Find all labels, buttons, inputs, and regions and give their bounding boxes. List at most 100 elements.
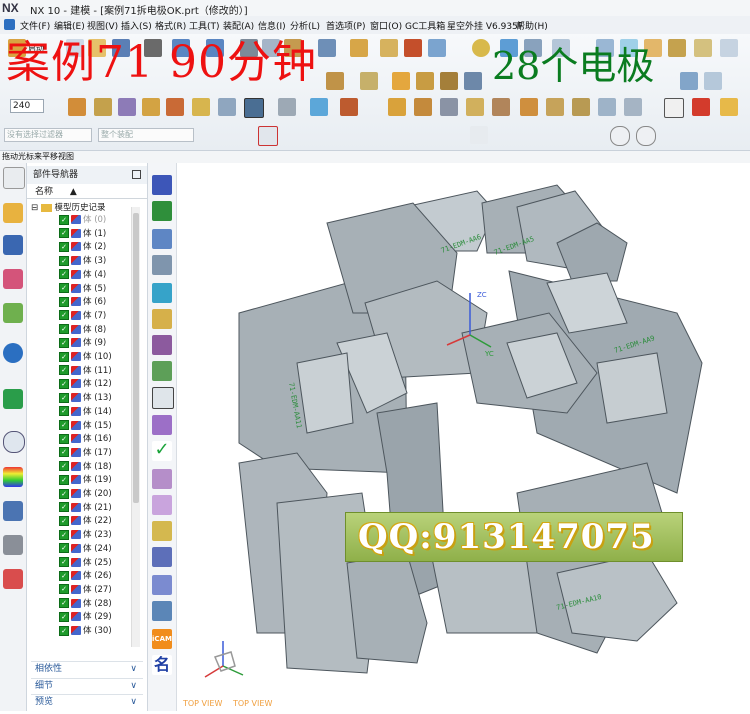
display-mode-icon[interactable] xyxy=(94,98,112,116)
menu-insert[interactable]: 插入(S) xyxy=(121,19,152,32)
subtract-icon[interactable] xyxy=(440,72,458,90)
patch-icon[interactable] xyxy=(598,98,616,116)
tree-item-body[interactable]: ✓ 体 (4) xyxy=(59,269,106,282)
panel-details[interactable]: 细节 ∨ xyxy=(31,678,143,692)
checkbox-icon[interactable]: ✓ xyxy=(59,296,69,307)
checkbox-icon[interactable]: ✓ xyxy=(59,241,69,252)
chevron-down-icon[interactable]: ∨ xyxy=(130,679,137,693)
roles-icon[interactable] xyxy=(3,501,23,521)
transform-icon[interactable] xyxy=(152,469,172,489)
visibility-icon[interactable] xyxy=(720,98,738,116)
replace-face-icon[interactable] xyxy=(492,98,510,116)
split-icon[interactable] xyxy=(152,255,172,275)
history-icon[interactable] xyxy=(3,389,23,409)
export-icon[interactable] xyxy=(152,575,172,595)
selection-filter[interactable]: 没有选择过滤器 xyxy=(4,128,92,142)
probe-icon[interactable] xyxy=(152,335,172,355)
rotate-view-icon[interactable] xyxy=(166,98,184,116)
hole-icon[interactable] xyxy=(404,39,422,57)
extrude-icon[interactable] xyxy=(350,39,368,57)
checkbox-icon[interactable]: ✓ xyxy=(59,447,69,458)
checkbox-icon[interactable]: ✓ xyxy=(59,557,69,567)
revolve-icon[interactable] xyxy=(380,39,398,57)
checkbox-icon[interactable]: ✓ xyxy=(59,337,69,348)
move-object-icon[interactable] xyxy=(466,98,484,116)
fit-icon[interactable] xyxy=(142,98,160,116)
sphere-icon[interactable] xyxy=(472,39,490,57)
checkbox-icon[interactable]: ✓ xyxy=(59,584,69,595)
menu-tools[interactable]: 工具(T) xyxy=(189,19,220,32)
web-browser-icon[interactable] xyxy=(3,343,23,363)
tree-item-body[interactable]: ✓ 体 (1) xyxy=(59,228,106,241)
menu-gc-toolbox[interactable]: GC工具箱 xyxy=(405,19,445,32)
constraint-navigator-icon[interactable] xyxy=(3,235,23,255)
tree-item-body[interactable]: ✓ 体 (0) xyxy=(59,214,106,227)
wireframe-icon[interactable] xyxy=(244,98,264,118)
tree-item-body[interactable]: ✓ 体 (9) xyxy=(59,337,106,350)
snap-end-icon[interactable] xyxy=(470,126,488,144)
tree-item-body[interactable]: ✓ 体 (21) xyxy=(59,502,112,515)
menu-xingkong-plugin[interactable]: 星空外挂 V6.935F xyxy=(447,19,523,32)
scroll-thumb[interactable] xyxy=(133,213,139,503)
app-menu-icon[interactable] xyxy=(4,19,15,30)
unite-icon[interactable] xyxy=(416,72,434,90)
panel-preview[interactable]: 预览 ∨ xyxy=(31,694,143,708)
menu-window[interactable]: 窗口(O) xyxy=(370,19,402,32)
tree-item-body[interactable]: ✓ 体 (19) xyxy=(59,474,112,487)
edge-blend-icon[interactable] xyxy=(392,72,410,90)
hide-icon[interactable] xyxy=(278,98,296,116)
menu-edit[interactable]: 编辑(E) xyxy=(54,19,85,32)
palette-icon[interactable] xyxy=(3,467,23,487)
tree-item-body[interactable]: ✓ 体 (11) xyxy=(59,365,112,378)
checkbox-icon[interactable]: ✓ xyxy=(59,433,69,444)
menu-file[interactable]: 文件(F) xyxy=(20,19,50,32)
checkbox-icon[interactable]: ✓ xyxy=(59,488,69,499)
snap-point-icon[interactable] xyxy=(258,126,278,146)
sketch-icon[interactable] xyxy=(318,39,336,57)
tree-item-body[interactable]: ✓ 体 (10) xyxy=(59,351,112,364)
arrow-down-icon[interactable] xyxy=(152,175,172,195)
measure-icon[interactable] xyxy=(340,98,358,116)
icam-button[interactable]: iCAM xyxy=(152,629,172,649)
reuse-library-icon[interactable] xyxy=(3,303,23,323)
tree-item-body[interactable]: ✓ 体 (22) xyxy=(59,515,112,528)
pull-face-icon[interactable] xyxy=(520,98,538,116)
checkbox-icon[interactable]: ✓ xyxy=(59,310,69,321)
checkbox-icon[interactable]: ✓ xyxy=(59,365,69,376)
refresh-icon[interactable] xyxy=(68,98,86,116)
draft-icon[interactable] xyxy=(704,72,722,90)
close-x-icon[interactable] xyxy=(664,98,684,118)
tree-item-body[interactable]: ✓ 体 (6) xyxy=(59,296,106,309)
trim-icon[interactable] xyxy=(326,72,344,90)
tree-root-history[interactable]: ⊟ 模型历史记录 xyxy=(31,201,106,213)
checkbox-icon[interactable]: ✓ xyxy=(59,625,69,636)
chevron-down-icon[interactable]: ∨ xyxy=(130,695,137,709)
snap-quadrant-icon[interactable] xyxy=(636,126,656,146)
layer-icon[interactable] xyxy=(310,98,328,116)
electrode-icon[interactable] xyxy=(152,201,172,221)
stack-icon[interactable] xyxy=(152,309,172,329)
tree-item-body[interactable]: ✓ 体 (15) xyxy=(59,420,112,433)
zoom-select[interactable]: 240 xyxy=(10,99,44,113)
tree-item-body[interactable]: ✓ 体 (30) xyxy=(59,625,112,638)
tree-item-body[interactable]: ✓ 体 (28) xyxy=(59,598,112,611)
block-icon[interactable] xyxy=(428,39,446,57)
checkbox-icon[interactable]: ✓ xyxy=(59,529,69,540)
checkbox-icon[interactable]: ✓ xyxy=(59,461,69,472)
gear-icon[interactable] xyxy=(3,167,25,189)
panel-dependencies[interactable]: 相依性 ∨ xyxy=(31,661,143,675)
graphics-window[interactable]: 71-EDM-AA5 71-EDM-AA6 71-EDM-AA9 71-EDM-… xyxy=(177,163,750,711)
section-icon[interactable] xyxy=(414,98,432,116)
assembly-scope[interactable]: 整个装配 xyxy=(98,128,194,142)
checkbox-icon[interactable]: ✓ xyxy=(59,611,69,622)
tree-item-body[interactable]: ✓ 体 (7) xyxy=(59,310,106,323)
tree-item-body[interactable]: ✓ 体 (27) xyxy=(59,584,112,597)
mirror-icon[interactable] xyxy=(680,72,698,90)
checkbox-icon[interactable]: ✓ xyxy=(59,392,69,403)
checkbox-icon[interactable]: ✓ xyxy=(59,228,69,239)
tree-item-body[interactable]: ✓ 体 (5) xyxy=(59,283,106,296)
spark-icon[interactable] xyxy=(152,283,172,303)
shaded-icon[interactable] xyxy=(218,98,236,116)
collapse-icon[interactable]: ⊟ xyxy=(31,203,38,213)
checkbox-icon[interactable]: ✓ xyxy=(59,269,69,280)
